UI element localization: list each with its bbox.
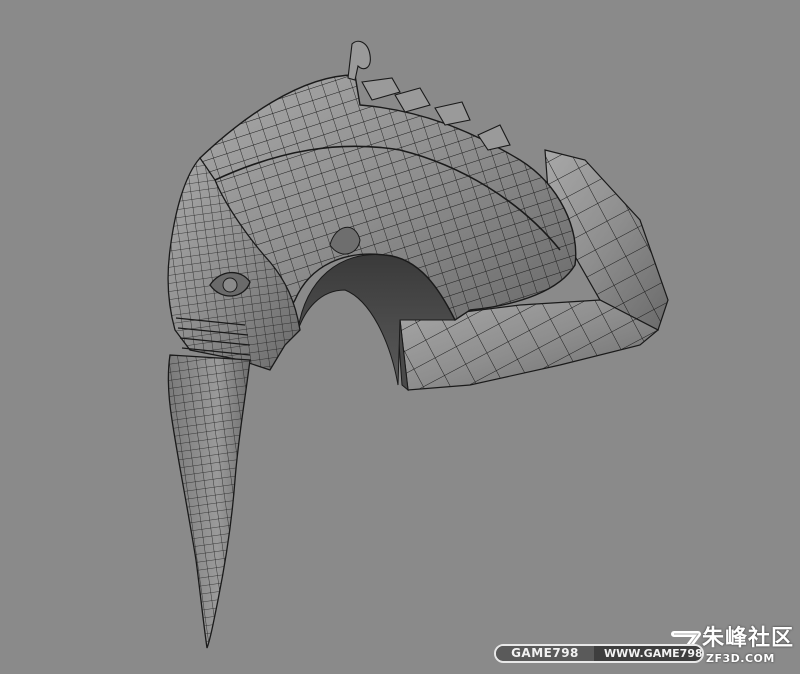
- 3d-viewport[interactable]: 朱峰社区 ZF3D.COM GAME798 WWW.GAME798.COM: [0, 0, 800, 674]
- brand-url: ZF3D.COM: [706, 652, 775, 665]
- badge-site-url: WWW.GAME798.COM: [594, 646, 702, 661]
- watermark-badge: GAME798 WWW.GAME798.COM: [494, 644, 704, 663]
- brand-name-cn: 朱峰社区: [702, 626, 795, 651]
- trunk-mesh: [167, 354, 251, 649]
- wireframe-helmet-model[interactable]: [0, 0, 800, 674]
- badge-site-name: GAME798: [496, 646, 594, 661]
